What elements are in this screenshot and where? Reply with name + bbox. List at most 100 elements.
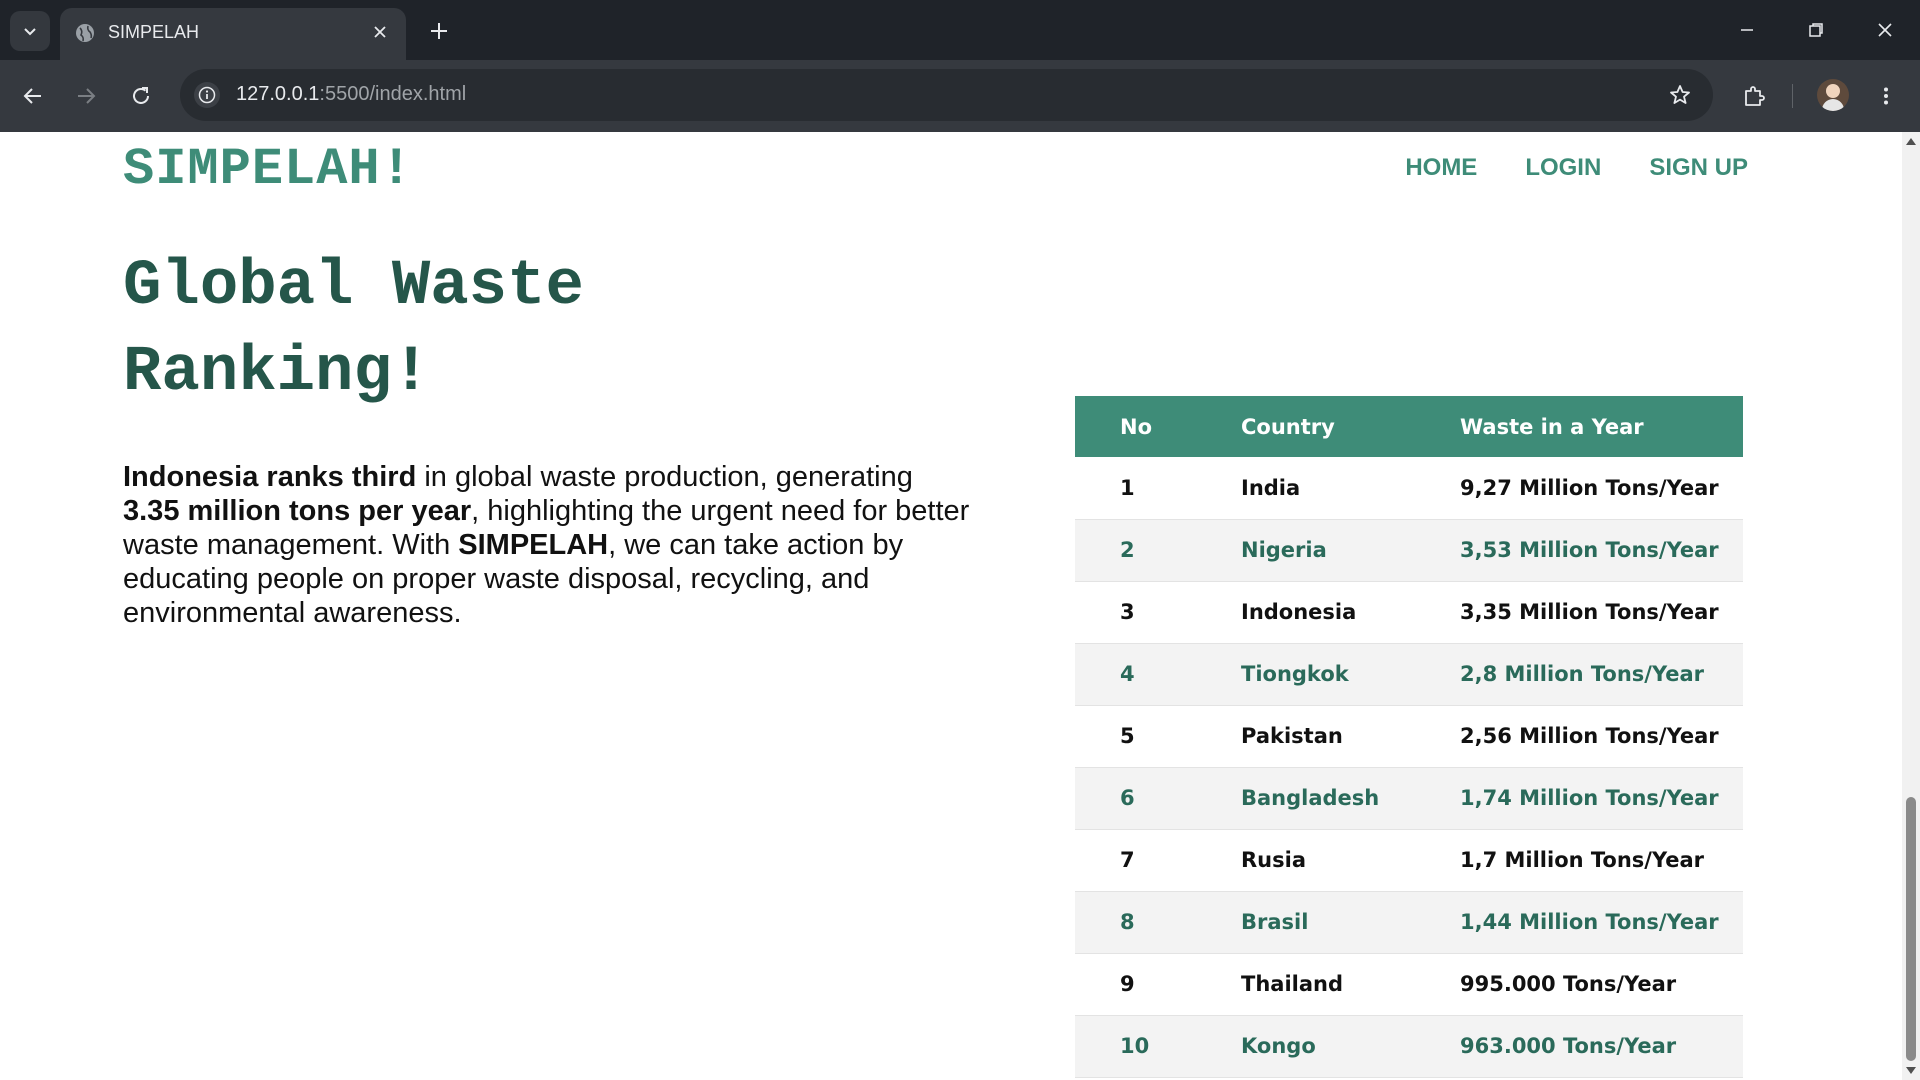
tab-search-button[interactable] (10, 11, 50, 51)
table-row: 2 Nigeria 3,53 Million Tons/Year (1075, 519, 1743, 582)
cell-waste: 2,8 Million Tons/Year (1460, 643, 1743, 706)
page-content: SIMPELAH! HOME LOGIN SIGN UP Global Wast… (0, 132, 1902, 1080)
close-icon (374, 26, 386, 38)
restore-button[interactable] (1793, 10, 1839, 50)
cell-rank: 4 (1075, 643, 1241, 706)
cell-rank: 9 (1075, 953, 1241, 1016)
site-logo[interactable]: SIMPELAH! (123, 140, 413, 199)
restore-icon (1809, 23, 1823, 37)
cell-waste: 1,74 Million Tons/Year (1460, 767, 1743, 830)
cell-rank: 5 (1075, 705, 1241, 768)
url-path: :5500/index.html (319, 83, 467, 105)
cell-country: India (1241, 457, 1460, 520)
table-row: 7 Rusia 1,7 Million Tons/Year (1075, 829, 1743, 892)
cell-country: Pakistan (1241, 705, 1460, 768)
scroll-down-arrow-icon[interactable] (1906, 1067, 1916, 1074)
header-waste: Waste in a Year (1460, 396, 1743, 457)
puzzle-icon (1745, 86, 1765, 106)
minimize-icon (1741, 29, 1753, 31)
reload-button[interactable] (121, 76, 161, 116)
cell-rank: 8 (1075, 891, 1241, 954)
page-title: Global Waste Ranking! (123, 244, 763, 416)
cell-rank: 7 (1075, 829, 1241, 892)
table-row: 10 Kongo 963.000 Tons/Year (1075, 1015, 1743, 1078)
cell-country: Indonesia (1241, 581, 1460, 644)
nav-login-link[interactable]: LOGIN (1525, 154, 1601, 182)
browser-tab-bar: SIMPELAH (0, 0, 1920, 60)
cell-waste: 1,44 Million Tons/Year (1460, 891, 1743, 954)
back-button[interactable] (13, 76, 53, 116)
cell-waste: 1,7 Million Tons/Year (1460, 829, 1743, 892)
intro-bold-2: 3.35 million tons per year (123, 495, 472, 527)
cell-rank: 6 (1075, 767, 1241, 830)
intro-bold-3: SIMPELAH (458, 529, 609, 561)
nav-signup-link[interactable]: SIGN UP (1649, 154, 1748, 182)
cell-waste: 3,35 Million Tons/Year (1460, 581, 1743, 644)
close-window-button[interactable] (1862, 10, 1908, 50)
close-icon (1878, 23, 1892, 37)
table-row: 3 Indonesia 3,35 Million Tons/Year (1075, 581, 1743, 644)
cell-waste: 9,27 Million Tons/Year (1460, 457, 1743, 520)
header-no: No (1075, 396, 1241, 457)
cell-country: Thailand (1241, 953, 1460, 1016)
cell-rank: 1 (1075, 457, 1241, 520)
table-row: 6 Bangladesh 1,74 Million Tons/Year (1075, 767, 1743, 830)
info-icon (198, 86, 216, 104)
cell-country: Nigeria (1241, 519, 1460, 582)
cell-country: Kongo (1241, 1015, 1460, 1078)
cell-country: Rusia (1241, 829, 1460, 892)
toolbar-separator (1792, 84, 1793, 108)
table-row: 8 Brasil 1,44 Million Tons/Year (1075, 891, 1743, 954)
address-bar[interactable]: 127.0.0.1:5500/index.html (180, 69, 1713, 121)
chevron-down-icon (24, 28, 36, 36)
cell-waste: 963.000 Tons/Year (1460, 1015, 1743, 1078)
page-scrollbar[interactable] (1902, 132, 1920, 1080)
waste-ranking-table: No Country Waste in a Year 1 India 9,27 Mi… (1075, 396, 1743, 1078)
reload-icon (133, 87, 149, 104)
forward-button[interactable] (66, 76, 106, 116)
profile-avatar[interactable] (1817, 79, 1849, 111)
table-row: 9 Thailand 995.000 Tons/Year (1075, 953, 1743, 1016)
more-vertical-icon (1884, 87, 1888, 105)
star-icon (1670, 85, 1690, 104)
main-nav: HOME LOGIN SIGN UP (1405, 154, 1748, 182)
table-row: 5 Pakistan 2,56 Million Tons/Year (1075, 705, 1743, 768)
bookmark-button[interactable] (1667, 82, 1693, 108)
arrow-right-icon (78, 88, 96, 104)
table-header-row: No Country Waste in a Year (1075, 396, 1743, 457)
cell-waste: 3,53 Million Tons/Year (1460, 519, 1743, 582)
browser-menu-button[interactable] (1866, 76, 1906, 116)
extensions-button[interactable] (1734, 76, 1774, 116)
table-row: 4 Tiongkok 2,8 Million Tons/Year (1075, 643, 1743, 706)
page-title-line-2: Ranking! (123, 337, 431, 409)
site-info-button[interactable] (194, 82, 220, 108)
minimize-button[interactable] (1724, 10, 1770, 50)
intro-paragraph: Indonesia ranks third in global waste pr… (123, 460, 993, 630)
header-country: Country (1241, 396, 1460, 457)
nav-home-link[interactable]: HOME (1405, 154, 1477, 182)
cell-rank: 10 (1075, 1015, 1241, 1078)
browser-toolbar: 127.0.0.1:5500/index.html (0, 60, 1920, 132)
cell-country: Bangladesh (1241, 767, 1460, 830)
plus-icon (431, 23, 447, 39)
intro-bold-1: Indonesia ranks third (123, 461, 417, 493)
url-host: 127.0.0.1 (236, 83, 320, 105)
new-tab-button[interactable] (424, 16, 454, 46)
cell-country: Tiongkok (1241, 643, 1460, 706)
globe-icon (76, 24, 94, 42)
cell-rank: 2 (1075, 519, 1241, 582)
cell-waste: 995.000 Tons/Year (1460, 953, 1743, 1016)
intro-text-1: in global waste production, generating (416, 461, 913, 493)
browser-tab[interactable]: SIMPELAH (60, 8, 406, 60)
cell-country: Brasil (1241, 891, 1460, 954)
tab-title: SIMPELAH (108, 22, 200, 42)
cell-rank: 3 (1075, 581, 1241, 644)
url-text: 127.0.0.1:5500/index.html (236, 83, 466, 106)
scrollbar-thumb[interactable] (1906, 797, 1916, 1061)
table-body: 1 India 9,27 Million Tons/Year 2 Nigeria 3,53… (1075, 457, 1743, 1078)
scroll-up-arrow-icon[interactable] (1906, 138, 1916, 145)
cell-waste: 2,56 Million Tons/Year (1460, 705, 1743, 768)
arrow-left-icon (23, 88, 41, 104)
tab-close-button[interactable] (368, 20, 392, 44)
page-title-line-1: Global Waste (123, 251, 584, 323)
